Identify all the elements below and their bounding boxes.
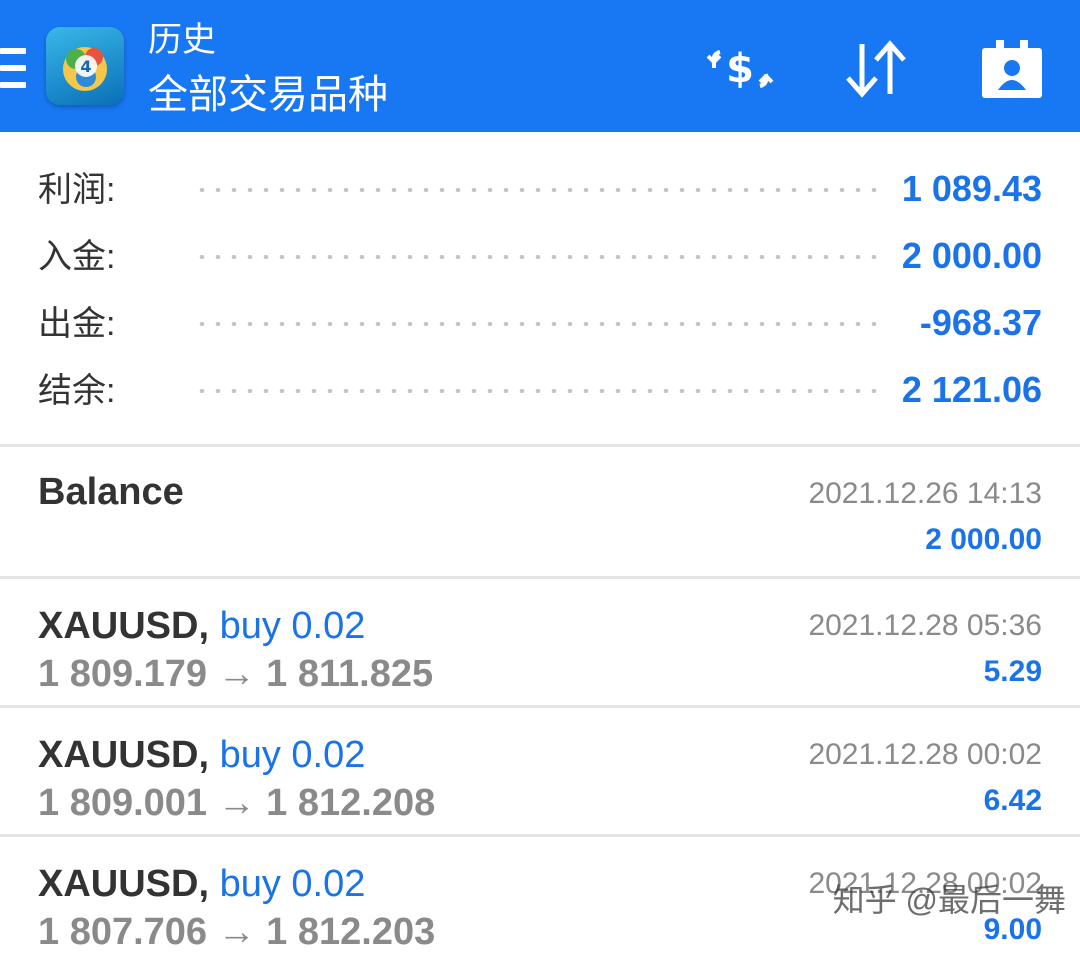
trade-date: 2021.12.28 00:02 bbox=[808, 738, 1042, 771]
trade-symbol: XAUUSD, bbox=[38, 734, 210, 776]
top-app-bar: 4 历史 全部交易品种 $ bbox=[0, 0, 1080, 132]
operation-amount: 2 000.00 bbox=[925, 523, 1042, 556]
trade-action: buy 0.02 bbox=[219, 605, 366, 647]
menu-icon[interactable] bbox=[0, 48, 26, 88]
withdrawal-value: -968.37 bbox=[919, 302, 1042, 343]
balance-operation-row[interactable]: Balance 2021.12.26 14:13 2 000.00 bbox=[0, 447, 1080, 575]
currency-exchange-icon[interactable]: $ bbox=[706, 38, 774, 100]
trade-profit: 6.42 bbox=[983, 784, 1042, 817]
account-icon[interactable] bbox=[978, 38, 1046, 100]
trade-prices: 1 809.179 → 1 811.825 bbox=[38, 653, 434, 695]
trade-title: XAUUSD, buy 0.02 bbox=[38, 732, 365, 778]
dotted-leader bbox=[194, 389, 882, 393]
balance-summary-row: 结余: 2 121.06 bbox=[38, 361, 1042, 421]
symbol-filter-title[interactable]: 全部交易品种 bbox=[148, 72, 388, 118]
trade-action: buy 0.02 bbox=[219, 863, 366, 905]
trade-prices: 1 809.001 → 1 812.208 bbox=[38, 782, 436, 824]
operation-title: Balance bbox=[38, 469, 184, 515]
profit-value: 1 089.43 bbox=[901, 168, 1042, 209]
trade-date: 2021.12.28 05:36 bbox=[808, 609, 1042, 642]
watermark: 知乎 @最后一舞 bbox=[832, 882, 1066, 918]
withdrawal-label: 出金: bbox=[38, 305, 116, 343]
dotted-leader bbox=[194, 322, 882, 326]
svg-text:$: $ bbox=[726, 46, 754, 92]
trade-action: buy 0.02 bbox=[219, 734, 366, 776]
page-title: 历史 bbox=[148, 21, 216, 59]
deposit-row: 入金: 2 000.00 bbox=[38, 227, 1042, 287]
deposit-value: 2 000.00 bbox=[901, 235, 1042, 276]
trade-symbol: XAUUSD, bbox=[38, 605, 210, 647]
operation-date: 2021.12.26 14:13 bbox=[808, 477, 1042, 510]
trade-symbol: XAUUSD, bbox=[38, 863, 210, 905]
trade-prices: 1 807.706 → 1 812.203 bbox=[38, 911, 436, 953]
deposit-label: 入金: bbox=[38, 238, 116, 276]
balance-label: Balance bbox=[38, 471, 184, 513]
trade-title: XAUUSD, buy 0.02 bbox=[38, 861, 365, 907]
dotted-leader bbox=[194, 188, 882, 192]
trade-row[interactable]: XAUUSD, buy 0.02 1 809.001 → 1 812.208 2… bbox=[0, 708, 1080, 836]
dotted-leader bbox=[194, 255, 882, 259]
balance-summary-label: 结余: bbox=[38, 372, 116, 410]
profit-row: 利润: 1 089.43 bbox=[38, 160, 1042, 220]
sort-icon[interactable] bbox=[842, 38, 910, 100]
withdrawal-row: 出金: -968.37 bbox=[38, 294, 1042, 354]
svg-text:4: 4 bbox=[80, 57, 91, 76]
summary-section: 利润: 1 089.43 入金: 2 000.00 出金: -968.37 结余… bbox=[0, 132, 1080, 444]
trade-title: XAUUSD, buy 0.02 bbox=[38, 603, 365, 649]
app-logo: 4 bbox=[46, 27, 124, 105]
trade-row[interactable]: XAUUSD, buy 0.02 1 809.179 → 1 811.825 2… bbox=[0, 579, 1080, 707]
balance-summary-value: 2 121.06 bbox=[901, 369, 1042, 410]
profit-label: 利润: bbox=[38, 171, 116, 209]
trade-profit: 5.29 bbox=[983, 655, 1042, 688]
